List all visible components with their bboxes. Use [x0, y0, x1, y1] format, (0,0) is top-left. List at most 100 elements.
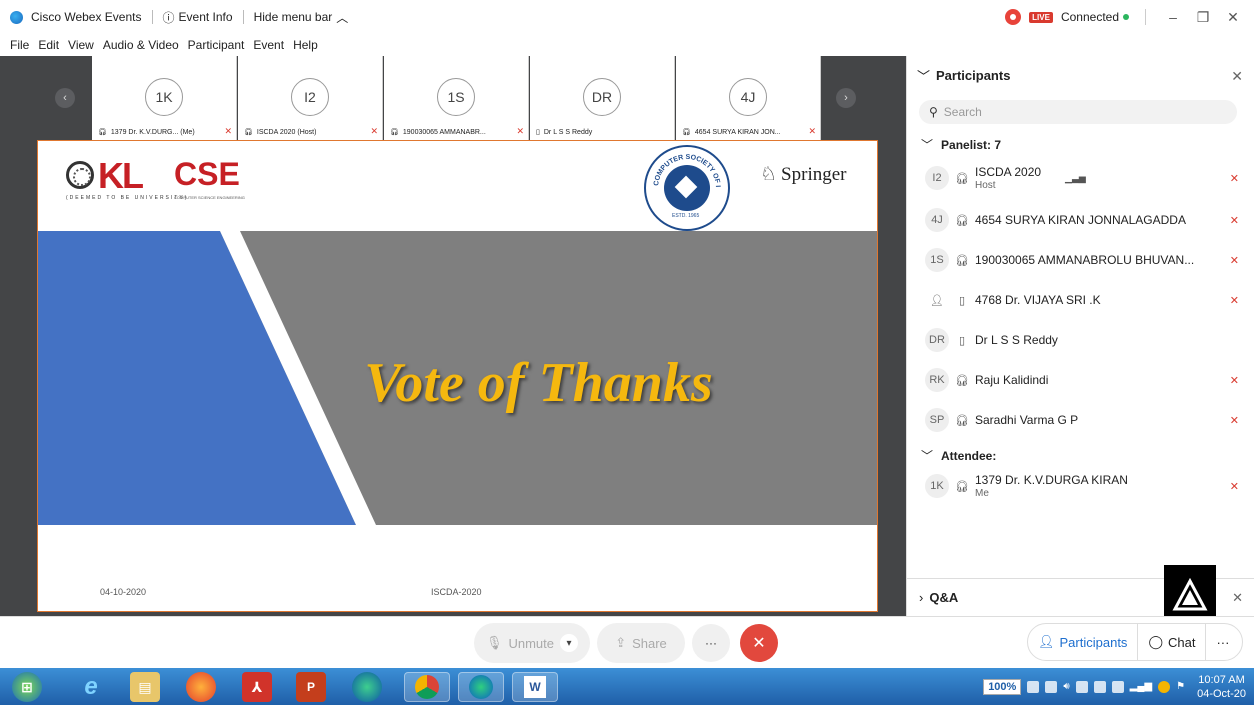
- close-panel-button[interactable]: ✕: [1231, 68, 1243, 85]
- flag-icon[interactable]: ⚑: [1176, 681, 1185, 692]
- menu-event[interactable]: Event: [253, 38, 284, 52]
- close-qa-button[interactable]: ✕: [1232, 590, 1243, 606]
- muted-mic-icon[interactable]: ✕: [1230, 480, 1239, 493]
- menu-participant[interactable]: Participant: [188, 38, 245, 52]
- participant-row[interactable]: I2 🎧︎ ISCDA 2020 Host ▁▃▅ ✕: [907, 159, 1254, 197]
- participant-row[interactable]: 1K 🎧︎ 1379 Dr. K.V.DURGA KIRAN Me ✕: [907, 467, 1254, 505]
- clock[interactable]: 10:07 AM 04-Oct-20: [1197, 673, 1246, 701]
- muted-mic-icon: ✕: [370, 126, 378, 136]
- volume-icon[interactable]: 🔊︎: [1063, 681, 1069, 692]
- menu-view[interactable]: View: [68, 38, 94, 52]
- participant-row[interactable]: 1S 🎧︎ 190030065 AMMANABROLU BHUVAN... ✕: [907, 241, 1254, 279]
- person-icon: 👤︎: [925, 288, 949, 312]
- chevron-right-icon: ›: [844, 92, 848, 104]
- tray-app-icon[interactable]: [1111, 680, 1124, 693]
- panel-header[interactable]: ﹀ Participants ✕: [907, 56, 1254, 94]
- headset-icon: 🎧︎: [955, 172, 969, 185]
- start-button[interactable]: ⊞: [12, 672, 42, 702]
- chevron-left-icon: ‹: [63, 92, 67, 104]
- panelist-group-toggle[interactable]: ﹀ Panelist: 7: [921, 136, 1001, 153]
- headset-icon: 🎧︎: [390, 129, 399, 136]
- restore-button[interactable]: ❐: [1192, 9, 1214, 26]
- headset-icon: 🎧︎: [955, 214, 969, 227]
- network-quality-icon: ▁▃▅: [1065, 172, 1086, 183]
- chat-toggle-button[interactable]: ◯ Chat: [1138, 624, 1205, 660]
- signal-icon[interactable]: ▂▄▆: [1130, 681, 1152, 692]
- share-button[interactable]: ⇪ Share: [597, 623, 685, 663]
- avatar: I2: [925, 166, 949, 190]
- participant-row[interactable]: 👤︎ ▯ 4768 Dr. VIJAYA SRI .K ✕: [907, 281, 1254, 319]
- phone-icon: ▯: [958, 334, 966, 347]
- chevron-down-icon: ﹀: [921, 138, 934, 152]
- acrobat-icon[interactable]: ⅄: [242, 672, 272, 702]
- headset-icon: 🎧︎: [244, 129, 253, 136]
- file-explorer-icon[interactable]: ▤: [130, 672, 160, 702]
- video-thumbnail[interactable]: I2 🎧︎ ISCDA 2020 (Host) ✕: [238, 56, 383, 140]
- avatar: DR: [925, 328, 949, 352]
- tray-app-icon[interactable]: [1093, 680, 1106, 693]
- slide-date: 04-10-2020: [100, 587, 147, 597]
- event-info-button[interactable]: ⓘ Event Info: [163, 9, 233, 26]
- more-panels-button[interactable]: ···: [1206, 624, 1239, 660]
- tray-app-icon[interactable]: [1027, 680, 1040, 693]
- search-input[interactable]: ⚲ Search: [919, 100, 1237, 124]
- participant-row[interactable]: DR ▯ Dr L S S Reddy: [907, 321, 1254, 359]
- slide-header: KL (DEEMED TO BE UNIVERSITY) CSE COMPUTE…: [38, 141, 877, 231]
- csi-logo: COMPUTER SOCIETY OF INDIA ESTD. 1965: [644, 145, 730, 231]
- muted-mic-icon[interactable]: ✕: [1230, 254, 1239, 267]
- participant-row[interactable]: RK 🎧︎ Raju Kalidindi ✕: [907, 361, 1254, 399]
- close-window-button[interactable]: ✕: [1222, 9, 1244, 26]
- video-thumbnail[interactable]: 1K 🎧︎ 1379 Dr. K.V.DURG... (Me) ✕: [92, 56, 237, 140]
- muted-mic-icon[interactable]: ✕: [1230, 214, 1239, 227]
- zoom-level[interactable]: 100%: [983, 678, 1022, 695]
- edge-icon[interactable]: [352, 672, 382, 702]
- muted-mic-icon: ✕: [224, 126, 232, 136]
- muted-mic-icon[interactable]: ✕: [1230, 172, 1239, 185]
- headset-icon: 🎧︎: [955, 254, 969, 267]
- connection-status[interactable]: Connected: [1061, 10, 1129, 24]
- webex-taskbar-icon[interactable]: [458, 672, 504, 702]
- powerpoint-icon[interactable]: P: [296, 672, 326, 702]
- chevron-down-icon: ﹀: [921, 449, 934, 463]
- headset-icon: 🎧︎: [955, 414, 969, 427]
- minimize-button[interactable]: –: [1162, 9, 1184, 25]
- prev-thumbnails-button[interactable]: ‹: [55, 88, 75, 108]
- hide-menu-button[interactable]: Hide menu bar ︿: [254, 9, 349, 26]
- more-options-button[interactable]: ···: [692, 624, 730, 662]
- tray-app-icon[interactable]: [1075, 680, 1088, 693]
- live-badge: LIVE: [1029, 11, 1053, 23]
- participant-row[interactable]: SP 🎧︎ Saradhi Varma G P ✕: [907, 401, 1254, 439]
- internet-explorer-icon[interactable]: e: [76, 672, 106, 702]
- muted-mic-icon[interactable]: ✕: [1230, 414, 1239, 427]
- chrome-icon[interactable]: [404, 672, 450, 702]
- keyboard-icon[interactable]: [1045, 680, 1058, 693]
- muted-mic-icon[interactable]: ✕: [1230, 294, 1239, 307]
- tray-app-icon[interactable]: [1158, 680, 1171, 693]
- menu-file[interactable]: File: [10, 38, 29, 52]
- muted-mic-icon[interactable]: ✕: [1230, 374, 1239, 387]
- participants-toggle-button[interactable]: 👤︎ Participants: [1028, 624, 1137, 660]
- menu-help[interactable]: Help: [293, 38, 318, 52]
- attendee-group-toggle[interactable]: ﹀ Attendee:: [921, 447, 996, 464]
- avatar: I2: [291, 78, 329, 116]
- firefox-icon[interactable]: [186, 672, 216, 702]
- windows-taskbar: ⊞ e ▤ ⅄ P W 100% 🔊︎ ▂▄▆ ⚑ 10:07 AM 04-Oc…: [0, 668, 1254, 705]
- video-thumbnail[interactable]: 1S 🎧︎ 190030065 AMMANABR... ✕: [384, 56, 529, 140]
- thumbnail-strip: ‹ 1K 🎧︎ 1379 Dr. K.V.DURG... (Me) ✕ I2 🎧︎…: [0, 56, 906, 140]
- headset-icon: 🎧︎: [955, 480, 969, 493]
- muted-mic-icon: ✕: [516, 126, 524, 136]
- headset-icon: 🎧︎: [955, 374, 969, 387]
- video-thumbnail[interactable]: 4J 🎧︎ 4654 SURYA KIRAN JON... ✕: [676, 56, 821, 140]
- video-thumbnail[interactable]: DR ▯ Dr L S S Reddy: [530, 56, 675, 140]
- unmute-button[interactable]: 🎙︎ Unmute ▾: [474, 623, 590, 663]
- share-icon: ⇪: [615, 635, 627, 650]
- chat-bubble-icon: ◯: [1148, 634, 1163, 649]
- participant-row[interactable]: 4J 🎧︎ 4654 SURYA KIRAN JONNALAGADDA ✕: [907, 201, 1254, 239]
- webex-logo-icon: [10, 10, 23, 24]
- next-thumbnails-button[interactable]: ›: [836, 88, 856, 108]
- avatar: 1K: [925, 474, 949, 498]
- leave-meeting-button[interactable]: ✕: [740, 624, 778, 662]
- word-icon[interactable]: W: [512, 672, 558, 702]
- menu-edit[interactable]: Edit: [38, 38, 59, 52]
- menu-audio-video[interactable]: Audio & Video: [103, 38, 179, 52]
